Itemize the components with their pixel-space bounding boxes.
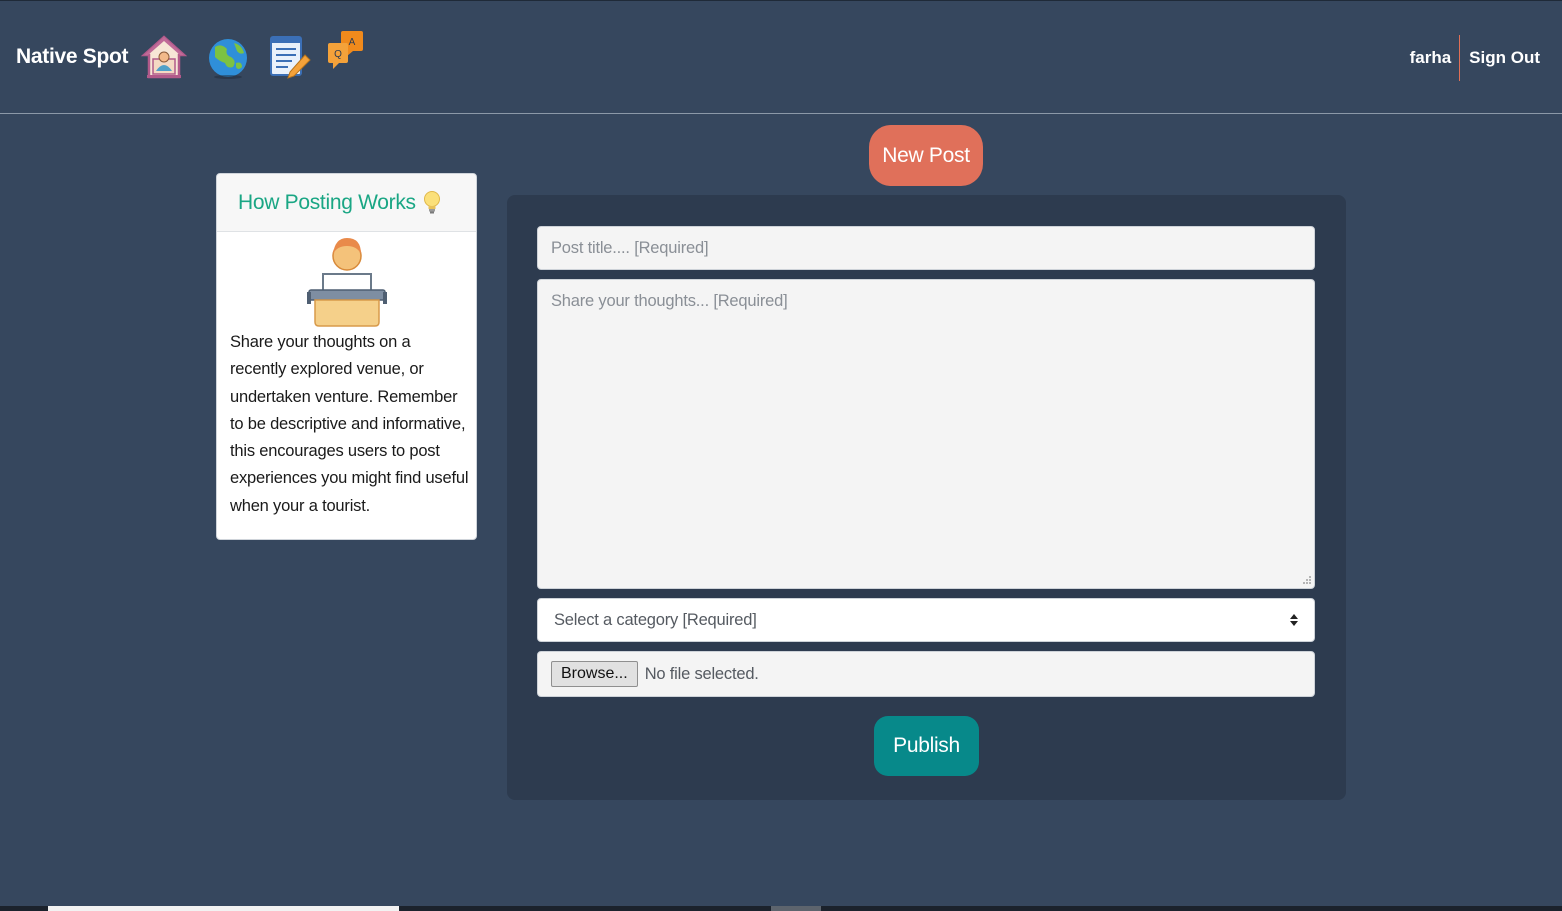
file-upload-field: Browse... No file selected. [537, 651, 1315, 697]
new-post-button[interactable]: New Post [869, 125, 983, 186]
category-select-value: Select a category [Required] [554, 610, 757, 629]
typewriter-writer-icon [307, 238, 387, 327]
brand-name[interactable]: Native Spot [16, 45, 129, 69]
lightbulb-icon [423, 190, 440, 213]
category-select[interactable]: Select a category [Required] [537, 598, 1315, 642]
info-card-title: How Posting Works [238, 190, 416, 214]
bottom-scroll-thumb[interactable] [48, 906, 399, 911]
qa-chat-icon[interactable]: A Q [325, 29, 371, 75]
info-card-text: Share your thoughts on a recently explor… [230, 333, 469, 515]
how-posting-works-card: How Posting Works Share your thoughts on… [216, 173, 477, 540]
globe-icon[interactable] [205, 33, 251, 79]
edit-list-icon[interactable] [267, 33, 313, 79]
resize-grip-icon[interactable] [1302, 575, 1312, 585]
svg-text:Q: Q [334, 49, 342, 60]
sign-out-link[interactable]: Sign Out [1460, 35, 1540, 81]
top-navbar: Native Spot A Q farha Sign Out [0, 0, 1562, 114]
post-body-textarea[interactable] [537, 279, 1315, 589]
publish-button[interactable]: Publish [874, 716, 979, 776]
bottom-strip-marker [771, 906, 821, 911]
user-menu: farha Sign Out [1410, 35, 1540, 81]
post-title-input[interactable] [537, 226, 1315, 270]
select-arrows-icon [1290, 614, 1298, 626]
file-status-text: No file selected. [644, 664, 759, 683]
new-post-form: Select a category [Required] Browse... N… [507, 195, 1346, 800]
info-card-header: How Posting Works [217, 174, 476, 232]
home-icon[interactable] [141, 33, 187, 79]
svg-text:A: A [349, 37, 356, 48]
browse-button[interactable]: Browse... [551, 661, 638, 687]
user-name[interactable]: farha [1410, 35, 1461, 81]
